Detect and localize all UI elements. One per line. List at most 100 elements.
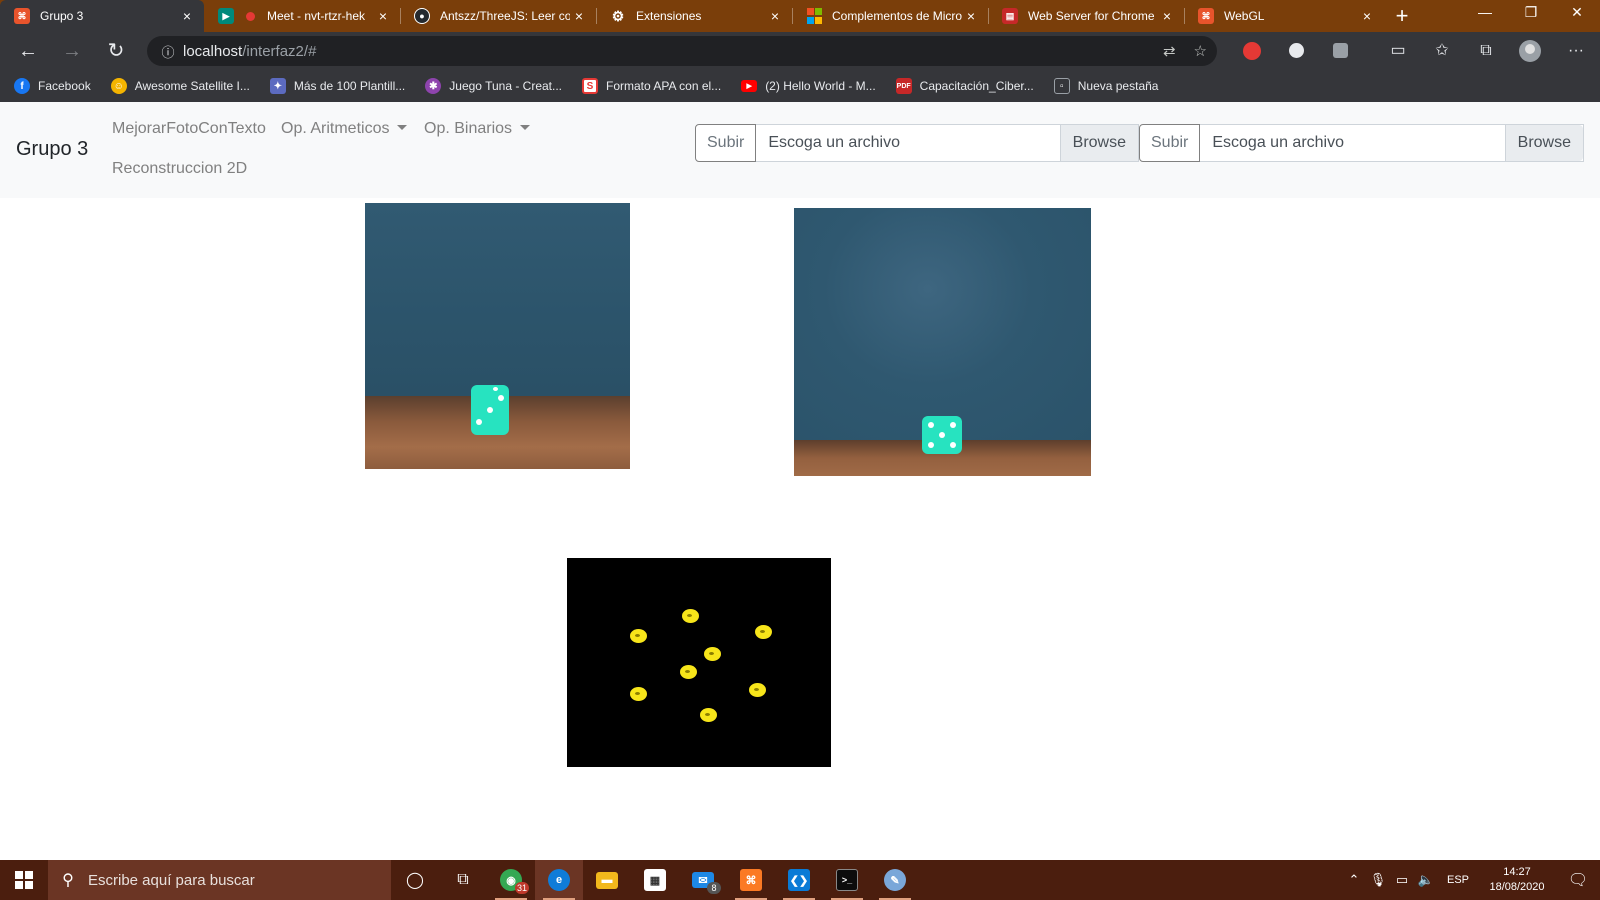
browse-button[interactable]: Browse <box>1059 125 1138 161</box>
extension-red-icon[interactable] <box>1230 32 1274 70</box>
volume-icon[interactable]: 🔈 <box>1414 872 1438 888</box>
clock[interactable]: 14:27 18/08/2020 <box>1478 865 1556 895</box>
caret-down-icon <box>520 125 531 130</box>
reload-button[interactable]: ↻ <box>94 32 138 70</box>
info-icon[interactable]: ⓘ <box>153 42 183 61</box>
github-icon: ● <box>414 8 430 24</box>
file-input[interactable]: Escoga un archivo Browse <box>756 124 1139 162</box>
nav-mejorar-foto[interactable]: MejorarFotoConTexto <box>112 120 266 138</box>
tab-title: Extensiones <box>636 9 702 23</box>
taskbar-app-store[interactable]: ▦ <box>631 860 679 900</box>
cast-icon[interactable]: ▭ <box>1376 32 1420 70</box>
cortana-button[interactable]: ◯ <box>391 860 439 900</box>
back-button[interactable]: ← <box>6 32 50 70</box>
taskbar-app-chrome[interactable]: ◉ 31 <box>487 860 535 900</box>
tab-web-server[interactable]: ▤ Web Server for Chrome × <box>988 0 1184 32</box>
bookmark-label: Nueva pestaña <box>1077 79 1159 93</box>
puzzle-icon: ⚙ <box>611 7 625 24</box>
taskbar-app-file-explorer[interactable]: ▬ <box>583 860 631 900</box>
chevron-up-icon[interactable]: ⌃ <box>1342 872 1366 888</box>
close-icon[interactable]: × <box>374 8 392 24</box>
address-path: /interfaz2/# <box>242 42 317 60</box>
favorites-icon[interactable]: ✩ <box>1420 32 1464 70</box>
taskbar-app-terminal[interactable]: >_ <box>823 860 871 900</box>
taskbar-app-vscode[interactable]: ❮❯ <box>775 860 823 900</box>
tab-complementos[interactable]: Complementos de Micro × <box>792 0 988 32</box>
nav-label: Op. Binarios <box>424 120 513 137</box>
upload-group-1: Subir Escoga un archivo Browse <box>695 124 1139 162</box>
tab-webgl[interactable]: ⌘ WebGL × <box>1184 0 1384 32</box>
brand[interactable]: Grupo 3 <box>16 138 88 161</box>
favorite-star-icon[interactable]: ☆ <box>1194 42 1207 60</box>
app-navbar: Grupo 3 MejorarFotoConTexto Op. Aritmeti… <box>0 102 1600 198</box>
close-icon[interactable]: × <box>1358 8 1376 24</box>
taskbar-app-paint[interactable]: ✎ <box>871 860 919 900</box>
tab-meet[interactable]: ▶ Meet - nvt-rtzr-hek × <box>204 0 400 32</box>
upload-group-2: Subir Escoga un archivo Browse <box>1139 124 1584 162</box>
result-blob <box>700 708 717 722</box>
microsoft-icon <box>806 8 822 24</box>
close-icon[interactable]: × <box>766 8 784 24</box>
taskbar-app-xampp[interactable]: ⌘ <box>727 860 775 900</box>
microphone-icon[interactable]: 🎙 <box>1366 872 1390 888</box>
tab-grupo-3[interactable]: ⌘ Grupo 3 × <box>0 0 204 32</box>
bookmark-awesome-satellite[interactable]: ☺ Awesome Satellite I... <box>110 78 250 94</box>
bookmark-juego-tuna[interactable]: ✱ Juego Tuna - Creat... <box>425 78 562 94</box>
bookmarks-bar: f Facebook ☺ Awesome Satellite I... ✦ Más d… <box>0 70 1600 102</box>
browser-toolbar: ← → ↻ ⓘ localhost/interfaz2/# ⇄ ☆ ▭ ✩ ⧉ … <box>0 32 1600 70</box>
tab-title: Complementos de Micro <box>832 9 962 23</box>
address-bar[interactable]: ⓘ localhost/interfaz2/# ⇄ ☆ <box>147 36 1217 66</box>
bookmark-capacitacion[interactable]: PDF Capacitación_Ciber... <box>895 78 1034 94</box>
browse-button[interactable]: Browse <box>1504 125 1583 161</box>
nav-reconstruccion-2d[interactable]: Reconstruccion 2D <box>112 160 247 178</box>
profile-avatar[interactable] <box>1508 32 1552 70</box>
extension-gray-icon[interactable] <box>1318 32 1362 70</box>
minimize-button[interactable]: — <box>1462 0 1508 32</box>
taskbar-app-edge[interactable]: e <box>535 860 583 900</box>
windows-icon <box>15 871 33 889</box>
tab-github[interactable]: ● Antszz/ThreeJS: Leer coo × <box>400 0 596 32</box>
taskbar-app-mail[interactable]: ✉ 8 <box>679 860 727 900</box>
taskbar-search[interactable]: ⚲ Escribe aquí para buscar <box>48 860 391 900</box>
clock-date: 18/08/2020 <box>1489 881 1545 893</box>
file-input[interactable]: Escoga un archivo Browse <box>1200 124 1584 162</box>
collections-icon[interactable]: ⧉ <box>1464 32 1508 70</box>
bookmark-label: Más de 100 Plantill... <box>293 79 406 93</box>
new-tab-button[interactable]: + <box>1384 0 1420 32</box>
file-placeholder: Escoga un archivo <box>768 134 900 151</box>
bookmark-nueva-pestana[interactable]: ▫ Nueva pestaña <box>1053 78 1159 94</box>
bookmark-formato-apa[interactable]: S Formato APA con el... <box>582 78 721 94</box>
network-icon[interactable]: ▭ <box>1390 872 1414 888</box>
tab-extensiones[interactable]: ⚙ Extensiones × <box>596 0 792 32</box>
close-icon[interactable]: × <box>570 8 588 24</box>
translate-icon[interactable]: ⇄ <box>1163 42 1176 60</box>
die-five <box>922 416 962 454</box>
extension-circle-icon[interactable] <box>1274 32 1318 70</box>
recording-icon <box>246 11 255 21</box>
bookmark-facebook[interactable]: f Facebook <box>14 78 91 94</box>
web-server-icon: ▤ <box>1002 8 1018 24</box>
more-menu-icon[interactable]: ··· <box>1552 32 1600 70</box>
bookmark-hello-world[interactable]: ▶ (2) Hello World - M... <box>741 79 876 93</box>
toolbar-icons: ▭ ✩ ⧉ ··· <box>1230 32 1600 70</box>
tab-title: Meet - nvt-rtzr-hek <box>267 9 366 23</box>
restore-button[interactable]: ❐ <box>1508 0 1554 32</box>
nav-op-aritmeticos[interactable]: Op. Aritmeticos <box>281 120 408 138</box>
vscode-icon: ❮❯ <box>788 869 810 891</box>
forward-button[interactable]: → <box>50 32 94 70</box>
close-icon[interactable]: × <box>178 8 196 24</box>
notification-center-icon[interactable]: 🗨 <box>1556 870 1600 890</box>
task-view-button[interactable]: ⧉ <box>439 860 487 900</box>
close-icon[interactable]: × <box>1158 8 1176 24</box>
start-button[interactable] <box>0 860 48 900</box>
bookmark-plantillas[interactable]: ✦ Más de 100 Plantill... <box>269 78 406 94</box>
close-icon[interactable]: × <box>962 8 980 24</box>
language-indicator[interactable]: ESP <box>1438 874 1478 886</box>
nav-op-binarios[interactable]: Op. Binarios <box>424 120 531 138</box>
result-blob <box>630 687 647 701</box>
result-blob <box>749 683 766 697</box>
system-tray: ⌃ 🎙 ▭ 🔈 ESP 14:27 18/08/2020 🗨 <box>1342 860 1600 900</box>
subir-label: Subir <box>1139 124 1201 162</box>
close-window-button[interactable]: ✕ <box>1554 0 1600 32</box>
notification-badge: 31 <box>514 882 529 894</box>
